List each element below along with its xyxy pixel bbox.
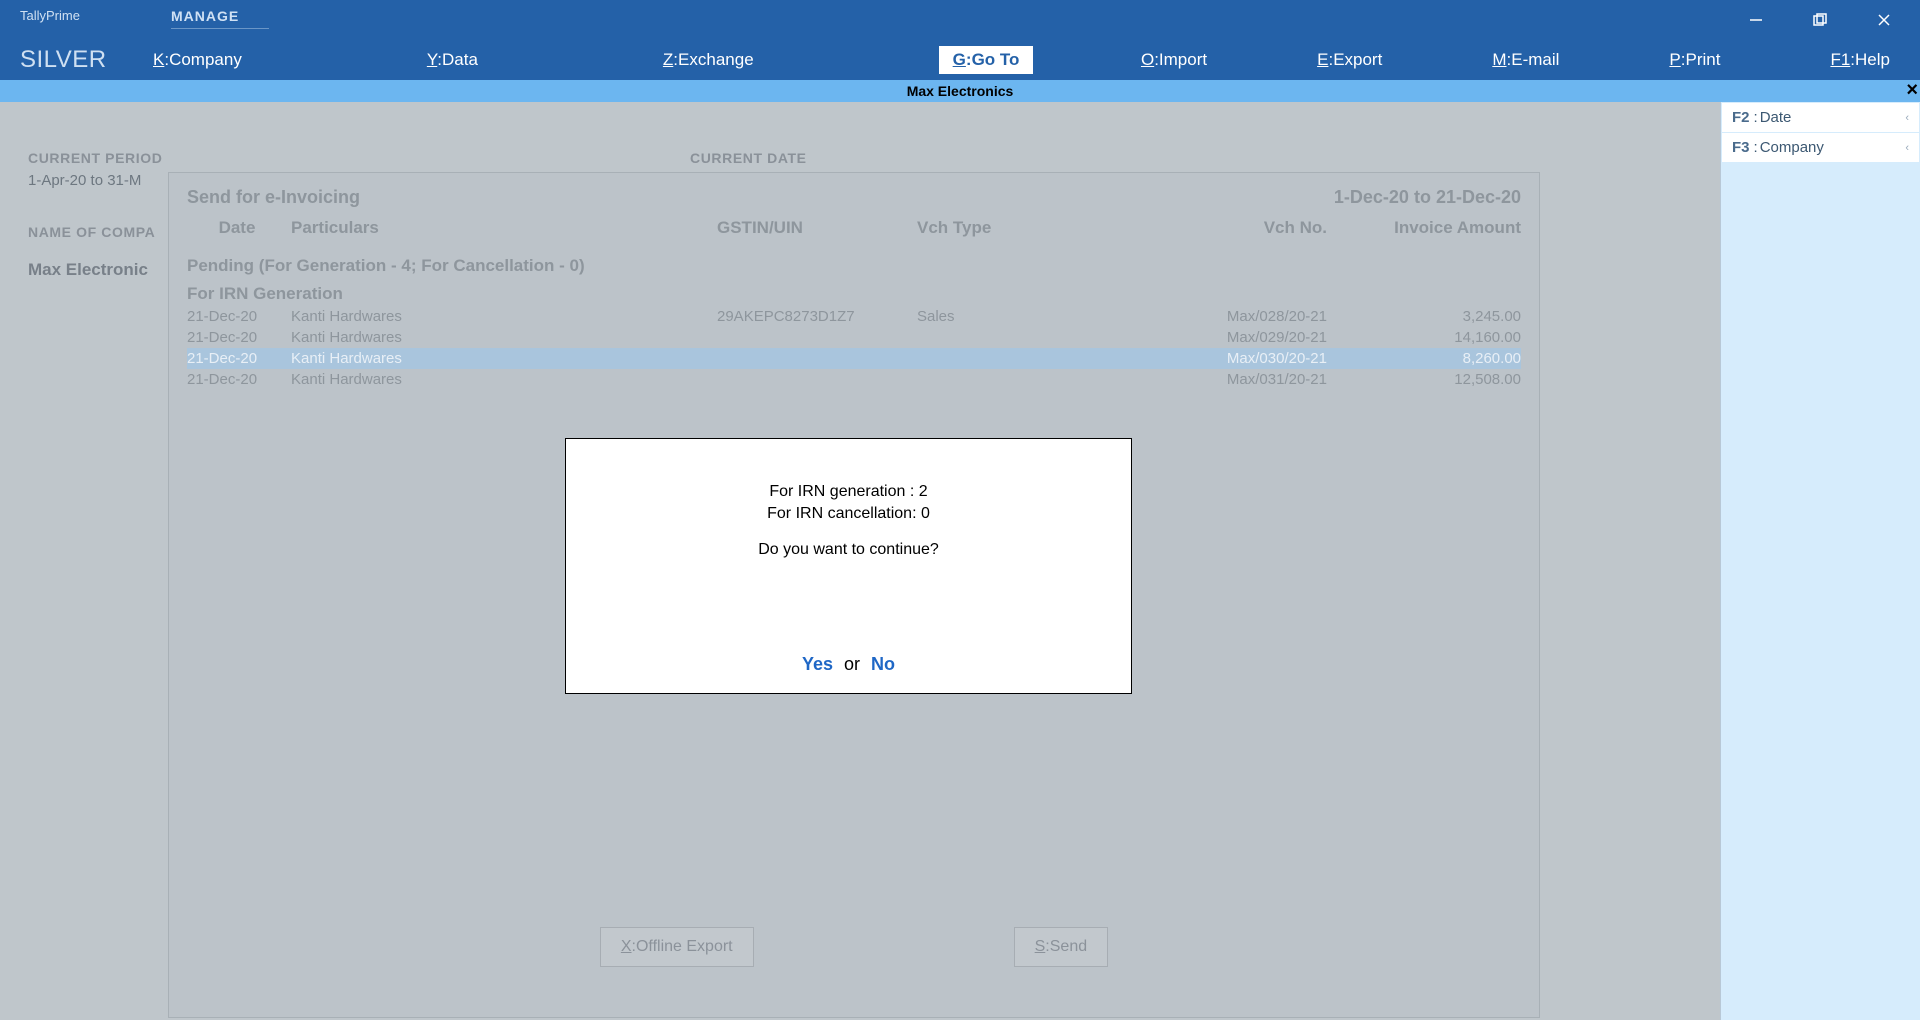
chevron-left-icon: ‹	[1905, 142, 1909, 154]
dialog-or-text: or	[838, 654, 866, 674]
manage-label[interactable]: MANAGE	[171, 8, 269, 29]
menu-company[interactable]: K:Company	[153, 50, 242, 70]
maximize-button[interactable]	[1798, 0, 1842, 40]
company-strip: Max Electronics ×	[0, 80, 1920, 102]
menu-exchange[interactable]: Z:Exchange	[663, 50, 754, 70]
company-name: Max Electronics	[907, 83, 1014, 99]
main-area: CURRENT PERIOD 1-Apr-20 to 31-M CURRENT …	[0, 102, 1720, 1020]
minimize-button[interactable]	[1734, 0, 1778, 40]
dialog-line-3: Do you want to continue?	[586, 539, 1111, 561]
close-icon[interactable]: ×	[1906, 79, 1918, 101]
brand-top: TallyPrime	[20, 8, 80, 23]
dialog-yes-button[interactable]: Yes	[802, 654, 833, 674]
title-bar: TallyPrime MANAGE	[0, 0, 1920, 40]
dialog-no-button[interactable]: No	[871, 654, 895, 674]
dialog-line-1: For IRN generation : 2	[586, 481, 1111, 503]
dialog-line-2: For IRN cancellation: 0	[586, 503, 1111, 525]
rp-company[interactable]: F3:Company‹	[1722, 133, 1919, 162]
menu-goto[interactable]: G:Go To	[939, 46, 1034, 74]
chevron-left-icon: ‹	[1905, 112, 1909, 124]
menu-print[interactable]: P:Print	[1669, 50, 1720, 70]
confirmation-dialog: For IRN generation : 2 For IRN cancellat…	[565, 438, 1132, 694]
rp-date[interactable]: F2:Date‹	[1722, 103, 1919, 132]
close-button[interactable]	[1862, 0, 1906, 40]
menu-help[interactable]: F1:Help	[1830, 50, 1890, 70]
right-panel: F2:Date‹ F3:Company‹	[1720, 102, 1920, 1020]
menu-data[interactable]: Y:Data	[427, 50, 478, 70]
menu-import[interactable]: O:Import	[1141, 50, 1207, 70]
menu-export[interactable]: E:Export	[1317, 50, 1382, 70]
menu-email[interactable]: M:E-mail	[1492, 50, 1559, 70]
brand-bottom: SILVER	[0, 46, 135, 74]
main-menu-bar: SILVER K:Company Y:Data Z:Exchange G:Go …	[0, 40, 1920, 80]
